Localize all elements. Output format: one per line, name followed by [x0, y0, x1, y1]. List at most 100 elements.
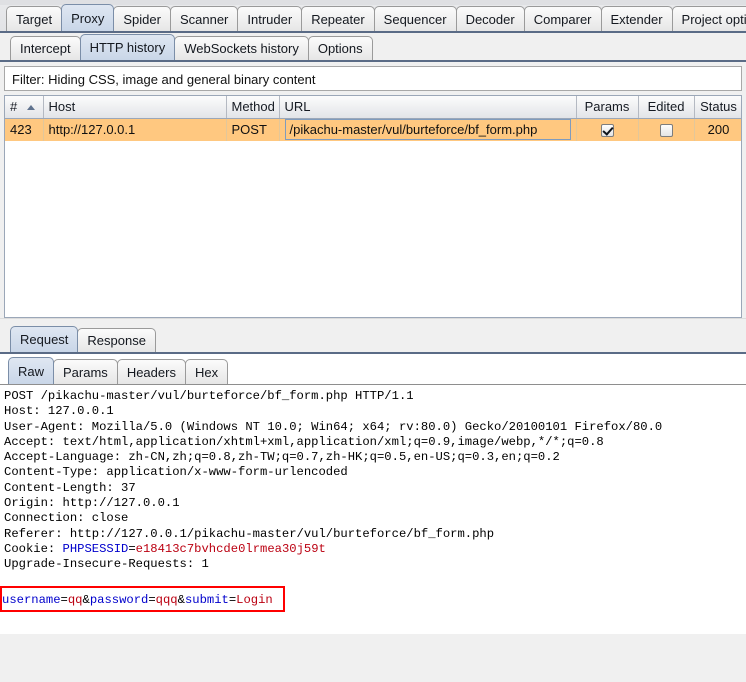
- column-header-params[interactable]: Params: [576, 96, 639, 119]
- tab-label: Comparer: [533, 12, 592, 27]
- subtab-websockets-history[interactable]: WebSockets history: [174, 36, 309, 60]
- table-header-row: # Host Method URL Params Edited Status: [5, 96, 741, 119]
- viewtab-hex[interactable]: Hex: [184, 359, 229, 384]
- column-label-status: Status: [700, 99, 737, 115]
- column-header-host[interactable]: Host: [43, 96, 227, 119]
- body-param-2-value: qqq: [155, 592, 178, 607]
- tab-label: Intruder: [247, 12, 293, 27]
- tab-label: Target: [16, 12, 53, 27]
- body-amp-2: &: [177, 592, 185, 607]
- viewtab-raw[interactable]: Raw: [8, 357, 55, 384]
- body-param-3-name: submit: [184, 592, 229, 607]
- burp-suite-window: Target Proxy Spider Scanner Intruder Repeater…: [0, 0, 746, 682]
- cell-num[interactable]: 423: [5, 118, 44, 141]
- request-header-line: Accept: text/html,application/xhtml+xml,…: [4, 434, 604, 449]
- cell-host[interactable]: http://127.0.0.1: [43, 118, 227, 141]
- sort-ascending-icon: [27, 105, 36, 111]
- column-label-url: URL: [284, 99, 311, 115]
- request-headers: Host: 127.0.0.1 User-Agent: Mozilla/5.0 (…: [4, 404, 746, 542]
- filter-text: Filter: Hiding CSS, image and general bi…: [12, 72, 316, 87]
- subtab-options[interactable]: Options: [307, 36, 373, 60]
- request-header-line: Connection: close: [4, 511, 129, 526]
- tab-label: Request: [20, 332, 69, 347]
- cell-method[interactable]: POST: [226, 118, 280, 141]
- column-label-params: Params: [584, 99, 630, 115]
- tab-comparer[interactable]: Comparer: [523, 6, 602, 31]
- raw-request-editor[interactable]: POST /pikachu-master/vul/burteforce/bf_f…: [0, 384, 746, 634]
- edited-checkbox[interactable]: [659, 124, 673, 138]
- http-history-table: # Host Method URL Params Edited Status 4…: [5, 96, 741, 141]
- request-body[interactable]: username=qq&password=qqq&submit=Login: [2, 593, 273, 608]
- cell-status-text: 200: [707, 122, 730, 138]
- proxy-subtab-bar: Intercept HTTP history WebSockets history O…: [0, 33, 746, 62]
- request-header-line: Accept-Language: zh-CN,zh;q=0.8,zh-TW;q=…: [4, 450, 560, 465]
- cell-status[interactable]: 200: [694, 118, 741, 141]
- body-param-3-value: Login: [236, 592, 273, 607]
- http-history-table-container[interactable]: # Host Method URL Params Edited Status 4…: [4, 95, 742, 318]
- subtab-intercept[interactable]: Intercept: [10, 36, 81, 60]
- request-header-line: Origin: http://127.0.0.1: [4, 496, 180, 511]
- column-label-num: #: [10, 99, 18, 115]
- tab-label: Scanner: [179, 12, 229, 27]
- request-header-line: Content-Type: application/x-www-form-url…: [4, 465, 348, 480]
- column-header-num[interactable]: #: [5, 96, 44, 119]
- upgrade-insecure-requests-header: Upgrade-Insecure-Requests: 1: [4, 557, 209, 572]
- table-row[interactable]: 423 http://127.0.0.1 POST/pikachu-master/v…: [5, 118, 741, 141]
- column-label-edited: Edited: [647, 99, 685, 115]
- cell-num-text: 423: [10, 122, 32, 138]
- cell-url[interactable]: /pikachu-master/vul/burteforce/bf_form.p…: [279, 118, 577, 141]
- viewtab-params[interactable]: Params: [53, 359, 118, 384]
- tab-intruder[interactable]: Intruder: [237, 6, 303, 31]
- msgtab-request[interactable]: Request: [10, 326, 79, 352]
- tab-label: Repeater: [311, 12, 365, 27]
- body-eq-1: =: [60, 592, 68, 607]
- params-checkbox[interactable]: [600, 124, 614, 138]
- request-header-line: Host: 127.0.0.1: [4, 404, 114, 419]
- cookie-label: Cookie:: [4, 541, 63, 556]
- column-label-method: Method: [231, 99, 275, 115]
- tab-label: Options: [317, 41, 363, 56]
- cell-host-text: http://127.0.0.1: [48, 122, 136, 138]
- msgtab-response[interactable]: Response: [77, 328, 156, 352]
- tab-label: Raw: [18, 364, 45, 379]
- tab-extender[interactable]: Extender: [600, 6, 673, 31]
- cookie-header-line: Cookie: PHPSESSID=e18413c7bvhcde0lrmea30…: [4, 542, 746, 557]
- tab-label: Hex: [194, 365, 219, 380]
- column-header-url[interactable]: URL: [279, 96, 577, 119]
- body-param-1-value: qq: [67, 592, 83, 607]
- viewtab-headers[interactable]: Headers: [116, 359, 186, 384]
- column-header-status[interactable]: Status: [694, 96, 741, 119]
- tab-spider[interactable]: Spider: [113, 6, 171, 31]
- cookie-name: PHPSESSID: [62, 541, 129, 556]
- message-panel: Request Response Raw Params Headers Hex POST…: [0, 325, 746, 634]
- tab-decoder[interactable]: Decoder: [455, 6, 525, 31]
- tab-project-options[interactable]: Project options: [671, 6, 746, 31]
- subtab-http-history[interactable]: HTTP history: [79, 34, 176, 60]
- tab-target[interactable]: Target: [6, 6, 63, 31]
- cell-url-selected-box: /pikachu-master/vul/burteforce/bf_form.p…: [284, 119, 571, 141]
- column-header-method[interactable]: Method: [226, 96, 280, 119]
- tab-scanner[interactable]: Scanner: [169, 6, 239, 31]
- tab-label: WebSockets history: [184, 41, 299, 56]
- cell-params[interactable]: [576, 118, 639, 141]
- body-param-1-name: username: [2, 592, 61, 607]
- cookie-equals: =: [128, 541, 136, 556]
- request-body-highlight-box: username=qq&password=qqq&submit=Login: [0, 585, 285, 612]
- tab-label: Decoder: [465, 12, 515, 27]
- tab-proxy[interactable]: Proxy: [61, 4, 115, 31]
- message-tab-bar: Request Response: [0, 325, 746, 354]
- tab-label: Headers: [126, 365, 176, 380]
- tab-repeater[interactable]: Repeater: [301, 6, 375, 31]
- view-tab-bar: Raw Params Headers Hex: [0, 354, 746, 384]
- panel-splitter[interactable]: [0, 318, 746, 325]
- tab-sequencer[interactable]: Sequencer: [373, 6, 457, 31]
- filter-bar[interactable]: Filter: Hiding CSS, image and general bi…: [4, 66, 742, 91]
- body-param-2-name: password: [89, 592, 149, 607]
- filter-bar-container: Filter: Hiding CSS, image and general bi…: [0, 62, 746, 91]
- column-label-host: Host: [48, 99, 76, 115]
- cell-edited[interactable]: [638, 118, 695, 141]
- request-header-line: User-Agent: Mozilla/5.0 (Windows NT 10.0…: [4, 419, 663, 434]
- tab-label: Sequencer: [383, 12, 447, 27]
- column-header-edited[interactable]: Edited: [638, 96, 695, 119]
- tab-label: Project options: [681, 12, 746, 27]
